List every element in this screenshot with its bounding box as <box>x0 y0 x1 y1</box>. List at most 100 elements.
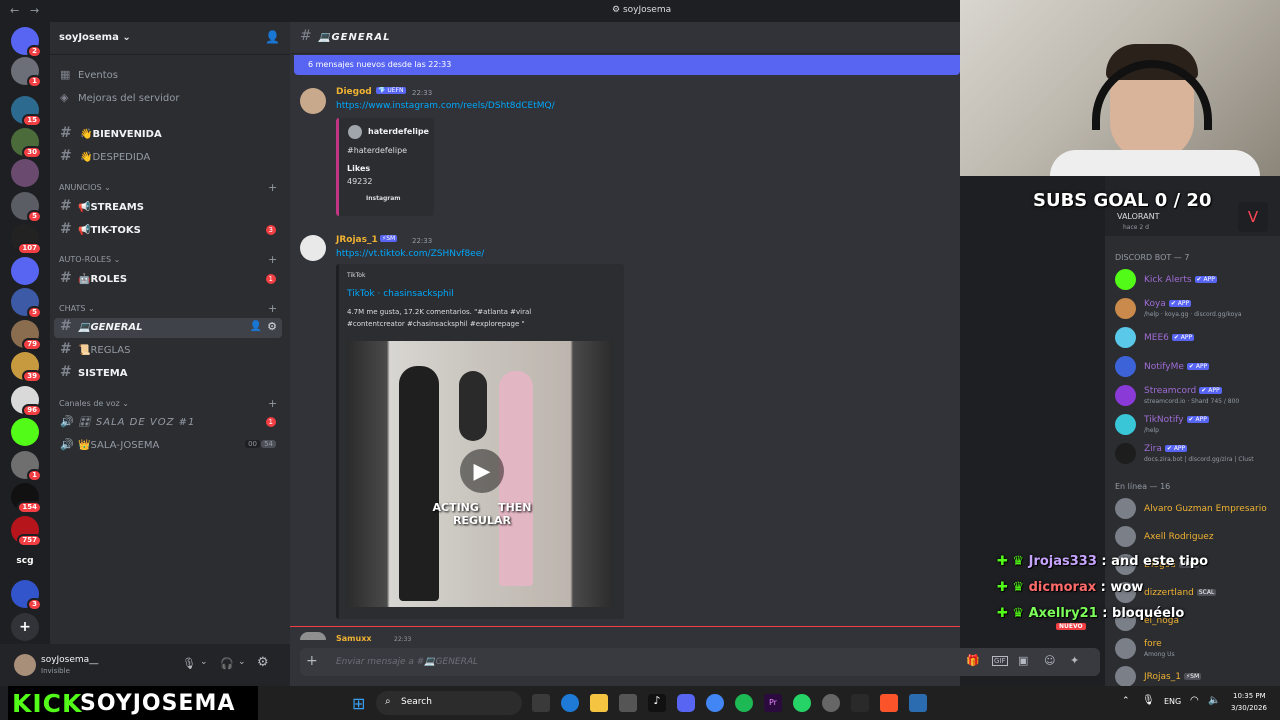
add-channel-icon[interactable]: + <box>268 253 277 266</box>
server-icon[interactable]: 5 <box>11 192 42 223</box>
bot-member[interactable]: Zira ✔ APP docs.zira.bot | discord.gg/zira… <box>1115 441 1280 467</box>
server-icon[interactable]: 96 <box>11 386 42 417</box>
add-channel-icon[interactable]: + <box>268 302 277 315</box>
microphone-icon[interactable]: 🎙 <box>1142 695 1155 706</box>
channel-despedida[interactable]: # 👋DESPEDIDA <box>50 148 290 168</box>
wifi-icon[interactable]: ◠ <box>1190 695 1199 706</box>
bot-member[interactable]: Streamcord ✔ APP streamcord.io · Shard 745… <box>1115 383 1280 409</box>
gif-icon[interactable]: GIF <box>992 656 1008 666</box>
new-messages-banner[interactable]: 6 mensajes nuevos desde las 22:33 <box>294 55 960 75</box>
category-autoroles[interactable]: AUTO-ROLES ⌄ + <box>59 253 277 266</box>
server-icon[interactable]: 2 <box>11 27 42 58</box>
bot-member[interactable]: NotifyMe ✔ APP <box>1115 354 1280 380</box>
play-button-icon[interactable]: ▶ <box>460 449 504 493</box>
avatar[interactable] <box>300 632 326 640</box>
server-icon[interactable]: 30 <box>11 128 42 159</box>
chevron-down-icon[interactable]: ⌄ <box>200 657 208 667</box>
invite-people-icon[interactable]: 👤 <box>265 30 280 44</box>
embed-title[interactable]: TikTok · chasinsacksphil <box>347 289 454 299</box>
add-channel-icon[interactable]: + <box>268 397 277 410</box>
message-link[interactable]: https://www.instagram.com/reels/DSht8dCE… <box>336 101 555 111</box>
gear-icon[interactable]: ⚙ <box>257 655 269 670</box>
add-attachment-icon[interactable]: + <box>306 653 318 669</box>
voice-channel-sala[interactable]: 🔊 🎛 SALA DE VOZ #1 1 <box>50 413 290 433</box>
video-thumbnail[interactable]: ▶ ACTING THEN REGULAR <box>347 341 613 607</box>
taskbar-search[interactable]: ⌕ Search <box>376 691 522 715</box>
server-icon[interactable]: 15 <box>11 96 42 127</box>
language-indicator[interactable]: ENG <box>1164 697 1181 706</box>
chevron-up-icon[interactable]: ⌃ <box>1122 696 1130 706</box>
clock-time[interactable]: 10:35 PM <box>1233 692 1266 700</box>
server-icon[interactable]: 39 <box>11 352 42 383</box>
server-icon[interactable] <box>11 159 39 187</box>
windows-start-icon[interactable]: ⊞ <box>352 694 365 713</box>
app-icon[interactable] <box>851 694 869 712</box>
bot-member[interactable]: MEE6 ✔ APP <box>1115 325 1280 351</box>
back-arrow-icon[interactable]: ← <box>10 4 19 17</box>
server-icon[interactable]: 5 <box>11 288 42 319</box>
file-explorer-icon[interactable] <box>590 694 608 712</box>
boost-item[interactable]: ◈ Mejoras del servidor <box>50 89 290 109</box>
gear-icon[interactable]: ⚙ <box>267 320 277 333</box>
server-icon[interactable]: 757 <box>11 516 42 547</box>
channel-roles[interactable]: # 🤖ROLES 1 <box>50 270 290 290</box>
message-link[interactable]: https://vt.tiktok.com/ZSHNvf8ee/ <box>336 249 484 259</box>
sticker-icon[interactable]: ▣ <box>1018 654 1028 667</box>
server-icon[interactable]: 107 <box>11 224 42 255</box>
channel-bienvenida[interactable]: # 👋BIENVENIDA <box>50 125 290 145</box>
notepad-icon[interactable] <box>909 694 927 712</box>
server-icon[interactable]: 154 <box>11 483 42 514</box>
server-icon[interactable]: scg <box>11 547 39 575</box>
server-icon[interactable] <box>11 418 39 446</box>
channel-reglas[interactable]: # 📜REGLAS <box>50 341 290 361</box>
bot-member[interactable]: Koya ✔ APP/help · koya.gg · discord.gg/ko… <box>1115 296 1280 322</box>
tiktok-icon[interactable]: ♪ <box>648 694 666 712</box>
obs-icon[interactable] <box>822 694 840 712</box>
store-icon[interactable] <box>619 694 637 712</box>
channel-general[interactable]: # 💻GENERAL 👤 ⚙ <box>54 318 282 338</box>
server-icon[interactable]: 1 <box>11 57 42 88</box>
online-member[interactable]: Alvaro Guzman Empresario <box>1115 496 1280 522</box>
create-invite-icon[interactable]: 👤 <box>250 321 262 332</box>
guild-header[interactable]: soyJosema ⌄ 👤 <box>50 22 290 55</box>
message-author[interactable]: Diegod <box>336 87 372 97</box>
whatsapp-icon[interactable] <box>793 694 811 712</box>
chrome-icon[interactable] <box>706 694 724 712</box>
bot-member[interactable]: TikNotify ✔ APP/help <box>1115 412 1280 438</box>
category-voz[interactable]: Canales de voz ⌄ + <box>59 397 277 410</box>
emoji-icon[interactable]: ☺ <box>1044 654 1055 667</box>
avatar[interactable] <box>14 654 36 676</box>
channel-streams[interactable]: # 📢STREAMS <box>50 198 290 218</box>
message-author[interactable]: JRojas_1 <box>336 235 378 245</box>
server-icon[interactable]: 1 <box>11 451 42 482</box>
online-member[interactable]: Axell Rodriguez <box>1115 524 1280 550</box>
apps-icon[interactable]: ✦ <box>1070 654 1079 667</box>
add-channel-icon[interactable]: + <box>268 181 277 194</box>
channel-sistema[interactable]: # SISTEMA <box>50 364 290 384</box>
bot-member[interactable]: Kick Alerts ✔ APP <box>1115 267 1280 293</box>
avatar[interactable] <box>300 88 326 114</box>
chevron-down-icon[interactable]: ⌄ <box>238 657 246 667</box>
brave-icon[interactable] <box>880 694 898 712</box>
category-anuncios[interactable]: ANUNCIOS ⌄ + <box>59 181 277 194</box>
discord-icon[interactable] <box>677 694 695 712</box>
clock-date[interactable]: 3/30/2026 <box>1231 704 1267 712</box>
embed-author[interactable]: haterdefelipe <box>368 127 429 136</box>
message-input[interactable]: Enviar mensaje a #💻GENERAL <box>336 657 478 667</box>
forward-arrow-icon[interactable]: → <box>30 4 39 17</box>
task-view-icon[interactable] <box>532 694 550 712</box>
gift-icon[interactable]: 🎁 <box>966 654 980 667</box>
category-chats[interactable]: CHATS ⌄ + <box>59 302 277 315</box>
voice-channel-josema[interactable]: 🔊 👑SALA-JOSEMA 00 54 <box>50 436 290 456</box>
message-author[interactable]: Samuxx <box>336 634 372 643</box>
avatar[interactable] <box>300 235 326 261</box>
add-server-icon[interactable]: + <box>11 613 39 641</box>
online-member[interactable]: fore Among Us <box>1115 636 1280 662</box>
premiere-icon[interactable]: Pr <box>764 694 782 712</box>
microphone-icon[interactable]: 🎙 <box>182 657 196 670</box>
server-icon[interactable]: 3 <box>11 580 42 611</box>
events-item[interactable]: ▦ Eventos <box>50 66 290 86</box>
channel-tiktoks[interactable]: # 📢TIK-TOKS 3 <box>50 221 290 241</box>
spotify-icon[interactable] <box>735 694 753 712</box>
volume-icon[interactable]: 🔈 <box>1208 695 1220 706</box>
